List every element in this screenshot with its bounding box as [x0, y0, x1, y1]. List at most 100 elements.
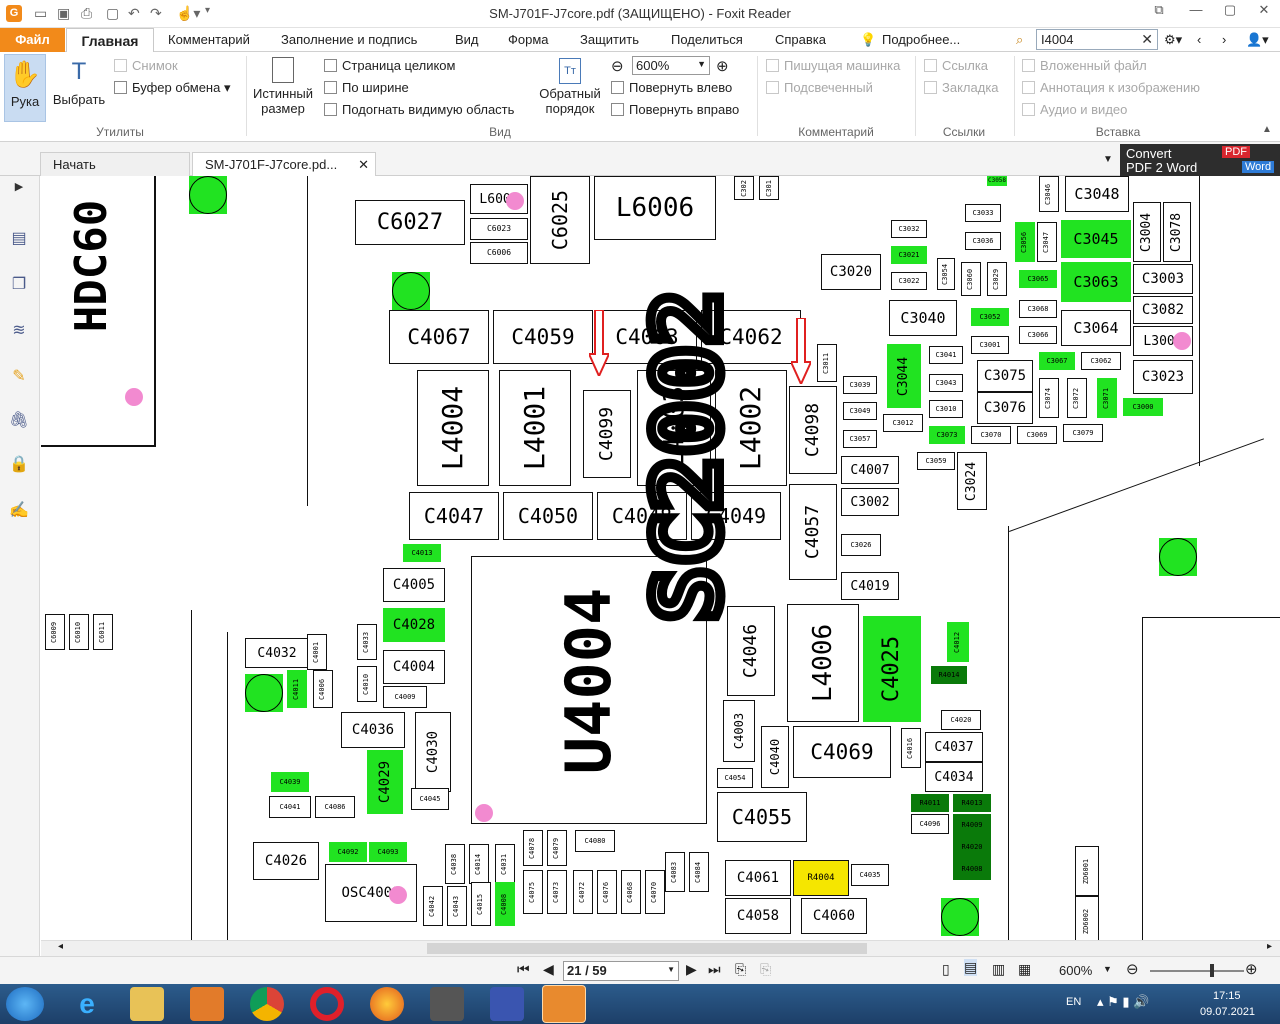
next-page-icon[interactable]: ▶	[686, 961, 697, 978]
fit-visible-button[interactable]: Подогнать видимую область	[324, 102, 514, 117]
pdf-document-view[interactable]: C6027 L6001 C6023 C6006 C6025 L6006 C302 C301 C3…	[41, 176, 1280, 940]
component-l4001: L4001	[499, 370, 571, 486]
zoom-in-icon[interactable]: ⊕	[716, 57, 729, 75]
prev-page-icon[interactable]: ◀	[543, 961, 554, 978]
start-button[interactable]	[6, 987, 44, 1021]
rotate-right-button[interactable]: Повернуть вправо	[611, 102, 739, 117]
rotate-left-button[interactable]: Повернуть влево	[611, 80, 732, 95]
reverse-order-button[interactable]: Tт Обратный порядок	[536, 54, 604, 122]
zoom-out-icon[interactable]: ⊖	[1126, 960, 1139, 978]
component-c4070: C4070	[645, 870, 665, 914]
opera-icon[interactable]	[310, 987, 344, 1021]
scroll-thumb[interactable]	[427, 943, 867, 954]
menu-file[interactable]: Файл	[0, 28, 65, 52]
page-number-field[interactable]: 21 / 59 ▼	[563, 961, 679, 981]
hand-tool-button[interactable]: ✋ Рука	[4, 54, 46, 122]
zoom-level[interactable]: 600%	[1059, 963, 1092, 978]
group-comment: Комментарий	[798, 125, 874, 139]
clipboard-icon	[114, 81, 127, 94]
tell-me[interactable]: Подробнее...	[882, 32, 960, 47]
continuous-icon[interactable]: ▤	[964, 959, 978, 976]
highlight-button[interactable]: Подсвеченный	[766, 80, 873, 95]
comments-icon[interactable]: ✎	[8, 366, 30, 388]
continuous-facing-icon[interactable]: ▦	[1018, 961, 1031, 978]
zoom-in-icon[interactable]: ⊕	[1245, 960, 1258, 978]
convert-pdf-word-banner[interactable]: Convert PDF 2 Word PDF Word	[1120, 144, 1280, 176]
typewriter-button[interactable]: Пишущая машинка	[766, 58, 900, 73]
component-c3004: C3004	[1133, 202, 1161, 262]
restore-icon[interactable]: ⧉	[1147, 2, 1171, 24]
zoom-select[interactable]: 600% ▼	[632, 56, 710, 75]
tray-icons[interactable]: ▴ ⚑ ▮ 🔊	[1097, 994, 1149, 1010]
prev-result-icon[interactable]: ‹	[1197, 32, 1201, 47]
expand-panel-icon[interactable]: ▶	[8, 180, 30, 202]
menu-help[interactable]: Справка	[775, 32, 826, 47]
zoom-slider-thumb[interactable]	[1210, 964, 1214, 977]
floppy-icon[interactable]	[490, 987, 524, 1021]
minimize-icon[interactable]: —	[1184, 2, 1208, 24]
last-page-icon[interactable]: ⏭	[708, 961, 721, 978]
single-page-icon[interactable]: ▯	[942, 961, 950, 978]
layers-icon[interactable]: ≋	[8, 320, 30, 342]
clock-time[interactable]: 17:15	[1213, 990, 1241, 1002]
image-annotation-button[interactable]: Аннотация к изображению	[1022, 80, 1200, 95]
media-player-icon[interactable]	[190, 987, 224, 1021]
chrome-icon[interactable]	[250, 987, 284, 1021]
menu-fill-sign[interactable]: Заполнение и подпись	[281, 32, 417, 47]
menu-view[interactable]: Вид	[455, 32, 479, 47]
audio-video-button[interactable]: Аудио и видео	[1022, 102, 1127, 117]
clock-date[interactable]: 09.07.2021	[1200, 1006, 1255, 1018]
scroll-right-icon[interactable]: ▸	[1267, 941, 1272, 952]
menu-home[interactable]: Главная	[66, 28, 154, 53]
foxit-taskbar-icon[interactable]	[542, 985, 586, 1023]
camera-app-icon[interactable]	[430, 987, 464, 1021]
firefox-icon[interactable]	[370, 987, 404, 1021]
group-utils: Утилиты	[96, 125, 144, 139]
actual-size-button[interactable]: Истинный размер	[250, 54, 316, 122]
menu-comment[interactable]: Комментарий	[168, 32, 250, 47]
horizontal-scrollbar[interactable]: ◂ ▸	[41, 940, 1280, 956]
page-icon	[272, 57, 294, 83]
close-tab-icon[interactable]: ✕	[358, 153, 369, 176]
ie-icon[interactable]: e	[70, 987, 104, 1021]
snapshot-button[interactable]: Снимок	[114, 58, 178, 73]
pages-icon[interactable]: ▤	[8, 228, 30, 250]
tab-document[interactable]: SM-J701F-J7core.pd... ✕	[192, 152, 376, 176]
zoom-out-icon[interactable]: ⊖	[611, 57, 624, 75]
scroll-left-icon[interactable]: ◂	[58, 941, 63, 952]
fit-width-button[interactable]: По ширине	[324, 80, 409, 95]
bookmark-button[interactable]: Закладка	[924, 80, 999, 95]
fit-page-button[interactable]: Страница целиком	[324, 58, 455, 73]
zoom-slider[interactable]	[1150, 964, 1244, 977]
security-lock-icon[interactable]: 🔒	[8, 454, 30, 476]
prev-view-icon[interactable]: ⎘	[735, 961, 746, 978]
clear-search-icon[interactable]: ✕	[1141, 31, 1153, 48]
collapse-ribbon-icon[interactable]: ▲	[1262, 124, 1272, 135]
test-pad-circle	[392, 272, 430, 310]
facing-icon[interactable]: ▥	[992, 961, 1005, 978]
attachments-icon[interactable]: 🖇	[8, 410, 30, 432]
user-icon[interactable]: 👤▾	[1246, 32, 1269, 48]
tab-list-icon[interactable]: ▼	[1103, 154, 1113, 165]
clipboard-button[interactable]: Буфер обмена ▾	[114, 80, 230, 96]
tab-start[interactable]: Начать	[40, 152, 190, 176]
menu-protect[interactable]: Защитить	[580, 32, 639, 47]
link-button[interactable]: Ссылка	[924, 58, 988, 73]
signature-icon[interactable]: ✍	[8, 500, 30, 522]
language-indicator[interactable]: EN	[1066, 996, 1081, 1008]
explorer-icon[interactable]	[130, 987, 164, 1021]
close-icon[interactable]: ✕	[1252, 2, 1276, 24]
first-page-icon[interactable]: ⏮	[517, 961, 530, 978]
menu-form[interactable]: Форма	[508, 32, 549, 47]
search-input[interactable]: I4004 ✕	[1036, 29, 1158, 50]
attachment-button[interactable]: Вложенный файл	[1022, 58, 1147, 73]
thumbnails-icon[interactable]: ❐	[8, 274, 30, 296]
zoom-dropdown-icon[interactable]: ▼	[1103, 964, 1112, 974]
menu-share[interactable]: Поделиться	[671, 32, 743, 47]
search-settings-icon[interactable]: ⚙▾	[1164, 32, 1182, 48]
select-tool-button[interactable]: T Выбрать	[48, 54, 110, 122]
next-view-icon[interactable]: ⎘	[760, 961, 771, 978]
test-pad-circle	[941, 898, 979, 936]
next-result-icon[interactable]: ›	[1222, 32, 1226, 47]
maximize-icon[interactable]: ▢	[1218, 2, 1242, 24]
